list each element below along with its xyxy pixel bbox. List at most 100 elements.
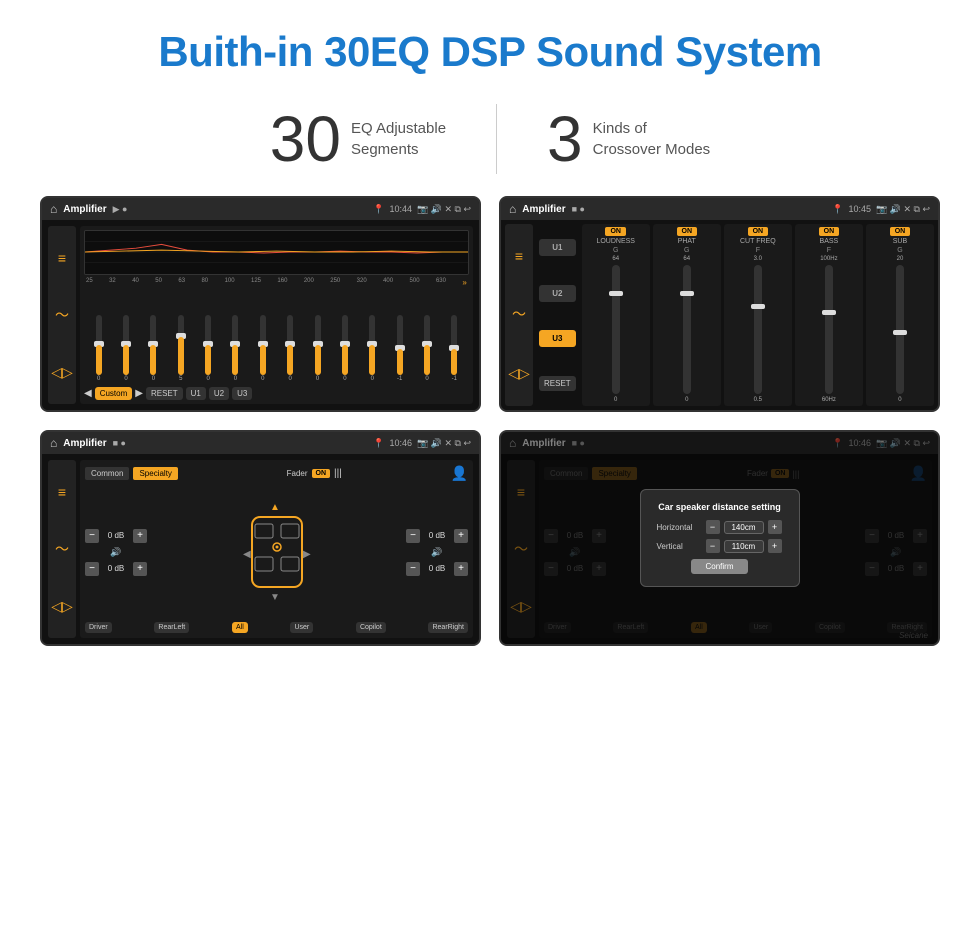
screen-1-content: ≡ 〜 ◁▷ bbox=[42, 220, 479, 410]
svg-text:▲: ▲ bbox=[270, 502, 280, 513]
stat-eq: 30 EQ Adjustable Segments bbox=[220, 107, 496, 171]
btn-all-3[interactable]: All bbox=[232, 622, 248, 633]
reset-btn-2[interactable]: RESET bbox=[539, 376, 576, 391]
eq-slider-4[interactable]: 0 bbox=[195, 315, 220, 382]
vol-icon-1[interactable]: ◁▷ bbox=[51, 364, 73, 381]
screen-3-status-icons: 📍 10:46 📷 🔊 ✕ ⧉ ↩ bbox=[373, 438, 471, 449]
stat-eq-text: EQ Adjustable Segments bbox=[351, 118, 446, 160]
eq-graph bbox=[84, 230, 469, 275]
eq-slider-5[interactable]: 0 bbox=[223, 315, 248, 382]
level-br-plus[interactable]: + bbox=[454, 562, 468, 576]
confirm-button[interactable]: Confirm bbox=[691, 559, 747, 574]
eq-slider-6[interactable]: 0 bbox=[250, 315, 275, 382]
eq-slider-0[interactable]: 0 bbox=[86, 315, 111, 382]
stat-crossover-text: Kinds of Crossover Modes bbox=[593, 118, 711, 160]
btn-driver-3[interactable]: Driver bbox=[85, 622, 112, 633]
phat-on[interactable]: ON bbox=[677, 227, 698, 236]
nav-fwd[interactable]: ▶ bbox=[135, 388, 143, 399]
dialog-vertical-row: Vertical − 110cm + bbox=[657, 539, 783, 553]
bass-on[interactable]: ON bbox=[819, 227, 840, 236]
settings-icon-3[interactable]: 👤 bbox=[451, 465, 468, 482]
btn-copilot-3[interactable]: Copilot bbox=[356, 622, 386, 633]
dialog-horizontal-row: Horizontal − 140cm + bbox=[657, 520, 783, 534]
wave-icon-1[interactable]: 〜 bbox=[55, 305, 69, 325]
page-title: Buith-in 30EQ DSP Sound System bbox=[20, 28, 960, 76]
eq-slider-13[interactable]: -1 bbox=[442, 315, 467, 382]
screen-2-time: 10:45 bbox=[849, 204, 872, 215]
level-tl-plus[interactable]: + bbox=[133, 529, 147, 543]
level-br-val: 0 dB bbox=[423, 564, 451, 573]
nav-back[interactable]: ◀ bbox=[84, 388, 92, 399]
screen-1-bar: ⌂ Amplifier ▶ ● 📍 10:44 📷 🔊 ✕ ⧉ ↩ bbox=[42, 198, 479, 220]
loudness-on[interactable]: ON bbox=[605, 227, 626, 236]
screen-2-content: ≡ 〜 ◁▷ U1 U2 U3 RESET ON LOUDNESS G 6 bbox=[501, 220, 938, 410]
level-tr-minus[interactable]: − bbox=[406, 529, 420, 543]
eq-freq-labels: 253240506380100125160200250320400500630 … bbox=[84, 278, 469, 287]
eq-icon-1[interactable]: ≡ bbox=[58, 250, 66, 266]
vertical-label: Vertical bbox=[657, 542, 702, 551]
fader-on-3[interactable]: ON bbox=[312, 469, 331, 478]
eq-slider-2[interactable]: 0 bbox=[141, 315, 166, 382]
preset-u1[interactable]: U1 bbox=[539, 239, 576, 256]
side-panel-2: ≡ 〜 ◁▷ bbox=[505, 224, 533, 406]
stat-eq-number: 30 bbox=[270, 107, 341, 171]
sub-on[interactable]: ON bbox=[890, 227, 911, 236]
fader-label-3: Fader bbox=[287, 469, 308, 478]
band-cutfreq: ON CUT FREQ F 3.0 0.5 bbox=[724, 224, 792, 406]
eq-slider-9[interactable]: 0 bbox=[332, 315, 357, 382]
stats-row: 30 EQ Adjustable Segments 3 Kinds of Cro… bbox=[0, 86, 980, 196]
level-br-minus[interactable]: − bbox=[406, 562, 420, 576]
horizontal-minus[interactable]: − bbox=[706, 520, 720, 534]
horizontal-label: Horizontal bbox=[657, 523, 702, 532]
wave-icon-3[interactable]: 〜 bbox=[55, 539, 69, 559]
svg-text:▶: ▶ bbox=[303, 549, 311, 560]
tab-specialty-3[interactable]: Specialty bbox=[133, 467, 177, 480]
tab-common-3[interactable]: Common bbox=[85, 467, 129, 480]
screen-2-title: Amplifier bbox=[522, 204, 565, 215]
btn-rearleft-3[interactable]: RearLeft bbox=[154, 622, 189, 633]
vol-icon-3[interactable]: ◁▷ bbox=[51, 598, 73, 615]
eq-slider-10[interactable]: 0 bbox=[360, 315, 385, 382]
home-icon-3[interactable]: ⌂ bbox=[50, 436, 57, 450]
cutfreq-on[interactable]: ON bbox=[748, 227, 769, 236]
eq-slider-8[interactable]: 0 bbox=[305, 315, 330, 382]
vertical-plus[interactable]: + bbox=[768, 539, 782, 553]
horizontal-plus[interactable]: + bbox=[768, 520, 782, 534]
eq-icon-2[interactable]: ≡ bbox=[515, 248, 523, 264]
btn-rearright-3[interactable]: RearRight bbox=[428, 622, 468, 633]
home-icon-1[interactable]: ⌂ bbox=[50, 202, 57, 216]
level-tr-plus[interactable]: + bbox=[454, 529, 468, 543]
band-bass: ON BASS F 100Hz 60Hz bbox=[795, 224, 863, 406]
eq-slider-7[interactable]: 0 bbox=[278, 315, 303, 382]
u1-btn-1[interactable]: U1 bbox=[186, 387, 206, 400]
preset-u2[interactable]: U2 bbox=[539, 285, 576, 302]
home-icon-2[interactable]: ⌂ bbox=[509, 202, 516, 216]
eq-slider-1[interactable]: 0 bbox=[113, 315, 138, 382]
level-row-tr: − 0 dB + bbox=[406, 529, 468, 543]
vol-icon-2[interactable]: ◁▷ bbox=[508, 365, 530, 382]
band-sub: ON SUB G 20 0 bbox=[866, 224, 934, 406]
u2-btn-1[interactable]: U2 bbox=[209, 387, 229, 400]
level-tl-minus[interactable]: − bbox=[85, 529, 99, 543]
reset-btn-1[interactable]: RESET bbox=[146, 387, 183, 400]
screen-2-status-icons: 📍 10:45 📷 🔊 ✕ ⧉ ↩ bbox=[832, 204, 930, 215]
level-row-br: − 0 dB + bbox=[406, 562, 468, 576]
preset-u3[interactable]: U3 bbox=[539, 330, 576, 347]
level-bl-plus[interactable]: + bbox=[133, 562, 147, 576]
preset-custom[interactable]: Custom bbox=[95, 387, 133, 400]
eq-slider-3[interactable]: 5 bbox=[168, 315, 193, 382]
phat-label: PHAT bbox=[678, 238, 696, 245]
eq-icon-3[interactable]: ≡ bbox=[58, 484, 66, 500]
horizontal-value: 140cm bbox=[724, 521, 764, 534]
screen-1-title: Amplifier bbox=[63, 204, 106, 215]
eq-slider-11[interactable]: -1 bbox=[387, 315, 412, 382]
eq-slider-12[interactable]: 0 bbox=[414, 315, 439, 382]
btn-user-3[interactable]: User bbox=[290, 622, 313, 633]
wave-icon-2[interactable]: 〜 bbox=[512, 304, 526, 324]
u3-btn-1[interactable]: U3 bbox=[232, 387, 252, 400]
level-row-bl: − 0 dB + bbox=[85, 562, 147, 576]
level-row-tl: − 0 dB + bbox=[85, 529, 147, 543]
level-tr-val: 0 dB bbox=[423, 531, 451, 540]
level-bl-minus[interactable]: − bbox=[85, 562, 99, 576]
vertical-minus[interactable]: − bbox=[706, 539, 720, 553]
